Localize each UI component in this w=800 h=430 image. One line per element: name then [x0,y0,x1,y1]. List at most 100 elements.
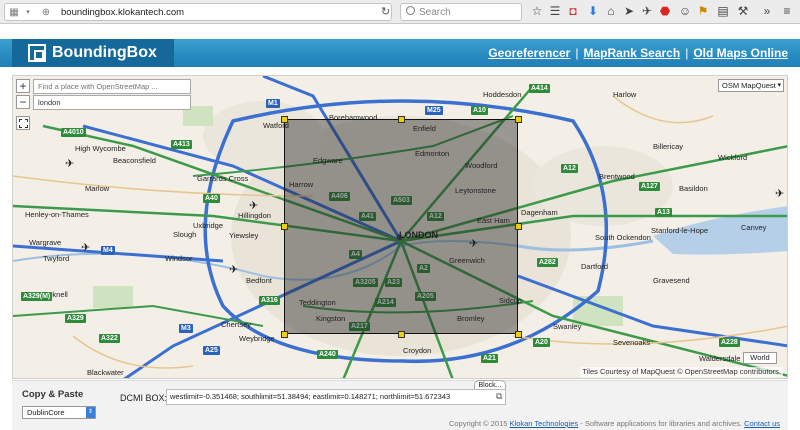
more-icon[interactable]: » [760,4,774,19]
browser-search-placeholder: Search [419,7,451,18]
menu-icon[interactable]: ≡ [780,4,794,19]
place-label: Sevenoaks [613,338,651,347]
pocket-icon[interactable]: ◘ [566,4,580,19]
dcmi-box-label: DCMI BOX: [120,393,168,403]
url-bar[interactable]: ▦ ▾ ⊕ boundingbox.klokantech.com ↻ [4,3,392,21]
map-attribution: Tiles Courtesy of MapQuest © OpenStreetM… [580,367,783,377]
road-shield: M25 [425,106,443,115]
road-shield: A12 [561,164,578,173]
place-label: Blackwater [87,368,124,377]
stepper-icon: ⇕ [86,407,95,418]
adblock-icon[interactable]: ⬣ [658,4,672,19]
road-shield: M3 [179,324,193,333]
road-shield: A413 [171,140,192,149]
place-label: Billericay [653,142,684,151]
home-icon[interactable]: ⌂ [604,4,618,19]
place-label: Hoddesdon [483,90,522,99]
resize-handle[interactable] [398,116,405,123]
tools-icon[interactable]: ⚒ [736,4,750,19]
place-label: Beaconsfield [113,156,156,165]
place-label: Marlow [85,184,110,193]
place-label: Swanley [553,322,582,331]
center-marker-icon: ⊗ [396,232,404,242]
chat-icon[interactable]: ☺ [678,4,692,19]
place-label: Uxbridge [193,221,224,230]
url-text[interactable]: boundingbox.klokantech.com [61,6,184,19]
road-shield: A414 [529,84,550,93]
road-shield: M1 [266,99,280,108]
world-button[interactable]: World [743,352,777,364]
place-label: Windsor [165,254,193,263]
paper-plane-icon[interactable]: ✈ [640,4,654,19]
chevron-down-icon: ▾ [777,82,781,89]
road-shield: M4 [101,246,115,255]
nav-link-georeferencer[interactable]: Georeferencer [488,46,570,60]
reload-icon[interactable]: ↻ [381,6,390,19]
download-icon[interactable]: ⬇ [586,4,600,19]
zoom-out-button[interactable]: − [16,95,30,109]
nav-separator: | [575,46,579,60]
draw-rectangle-tool[interactable] [16,116,30,130]
logo-icon [28,44,46,62]
notes-icon[interactable]: ▤ [716,4,730,19]
place-search-input[interactable] [33,79,191,94]
contact-link[interactable]: Contact us [744,419,780,428]
logo[interactable]: BoundingBox [12,39,174,67]
copy-clipboard-icon[interactable]: ⧉ [496,391,502,401]
globe-icon: ⊕ [41,7,51,18]
road-shield: A316 [259,296,280,305]
place-label: Twyford [43,254,70,263]
road-shield: A322 [99,334,120,343]
road-shield: A329 [65,314,86,323]
place-label: Dartford [581,262,609,271]
resize-handle[interactable] [281,331,288,338]
send-icon[interactable]: ➤ [622,4,636,19]
place-label: Wargrave [29,238,62,247]
place-label: High Wycombe [75,144,126,153]
browser-search-input[interactable]: Search [400,3,522,21]
dcmi-box-output[interactable]: westlimit=-0.351468; southlimit=51.38494… [166,389,506,405]
airport-icon: ✈ [81,242,91,254]
grid-icon[interactable]: ▦ [8,7,20,18]
star-icon[interactable]: ☆ [530,4,544,19]
chevron-down-icon[interactable]: ▾ [22,7,34,18]
road-shield: A329(M) [21,292,53,301]
place-label: Waldersdale [699,354,741,363]
copyright-text: Copyright © 2015 [448,419,508,428]
resize-handle[interactable] [515,331,522,338]
bounding-box-overlay[interactable] [284,119,518,334]
extension-icon[interactable]: ⚑ [696,4,710,19]
airport-icon: ✈ [229,264,239,276]
map-canvas[interactable]: Watford Borehamwood Enfield Hoddesdon Ha… [12,75,788,379]
map-layer-select[interactable]: OSM MapQuest ▾ [718,79,784,92]
company-link[interactable]: Klokan Technologies [510,419,579,428]
resize-handle[interactable] [398,331,405,338]
place-label: Weybridge [239,334,275,343]
place-label: Basildon [679,184,708,193]
place-label: Slough [173,230,197,239]
tagline-text: - Software applications for libraries an… [580,419,743,428]
place-label: Chertsey [221,320,252,329]
reading-list-icon[interactable]: ☰ [548,4,562,19]
resize-handle[interactable] [281,116,288,123]
place-label: Dagenham [521,208,558,217]
resize-handle[interactable] [515,116,522,123]
road-shield: A21 [481,354,498,363]
nav-link-old-maps-online[interactable]: Old Maps Online [693,46,788,60]
place-label: Stanford-le-Hope [651,226,709,235]
browser-toolbar: ▦ ▾ ⊕ boundingbox.klokantech.com ↻ Searc… [0,0,800,24]
format-select[interactable]: DublinCore ⇕ [22,406,96,419]
zoom-in-button[interactable]: + [16,79,30,93]
place-label: Canvey [741,223,767,232]
format-value: DublinCore [27,408,65,417]
resize-handle[interactable] [281,223,288,230]
place-label: Harlow [613,90,637,99]
copy-paste-panel: Copy & Paste DublinCore ⇕ Block... DCMI … [12,380,788,430]
nav-link-maprank-search[interactable]: MapRank Search [583,46,680,60]
nav-separator: | [685,46,689,60]
place-label: Garrards Cross [197,174,249,183]
place-search-result[interactable]: london [33,95,191,110]
resize-handle[interactable] [515,223,522,230]
panel-title: Copy & Paste [22,389,84,400]
header-nav: Georeferencer | MapRank Search | Old Maps On… [488,45,788,61]
